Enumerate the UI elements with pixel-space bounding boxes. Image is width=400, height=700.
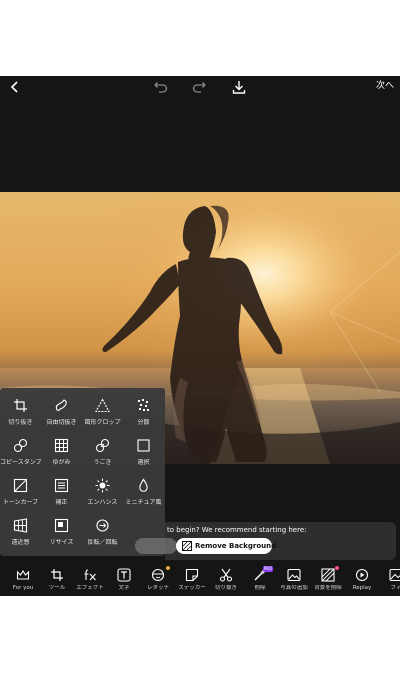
recommendation-text: to begin? We recommend starting here: [167, 526, 307, 534]
tool-label: 自由切抜き [46, 419, 77, 426]
retouch-face-icon [151, 568, 165, 582]
scissors-icon [219, 568, 233, 582]
text-icon [117, 568, 131, 582]
next-button[interactable]: 次へ [376, 80, 394, 92]
tool-label: コピースタンプ [0, 459, 41, 466]
top-toolbar: 次へ [0, 76, 400, 98]
hidden-suggestion-chip[interactable] [135, 538, 177, 554]
recommendation-banner: to begin? We recommend starting here: Re… [135, 522, 396, 560]
undo-icon[interactable] [152, 79, 168, 95]
resize-icon [54, 518, 69, 533]
nav-remove-bg[interactable]: 背景を削除 [311, 566, 345, 596]
nav-add-photo[interactable]: 写真の追加 [277, 566, 311, 596]
adjust-icon [54, 478, 69, 493]
nav-effects[interactable]: エフェクト [73, 566, 107, 596]
tool-label: 補正 [55, 499, 68, 506]
tool-tilt-shift[interactable]: ミニチュア風 [123, 472, 164, 512]
tool-enhance[interactable]: エンハンス [82, 472, 123, 512]
tool-label: 分散 [137, 419, 150, 426]
tool-label: リサイズ [49, 539, 74, 546]
remove-bg-icon [321, 568, 335, 582]
tool-label: 選択 [137, 459, 150, 466]
crown-icon [16, 568, 30, 582]
shape-crop-icon [95, 398, 110, 413]
tool-label: ミニチュア風 [125, 499, 162, 506]
tool-label: うごき [93, 459, 112, 466]
crop-icon [13, 398, 28, 413]
nav-remove[interactable]: PRO 削除 [243, 566, 277, 596]
tools-panel: 切り抜き 自由切抜き 図形クロップ 分散 コピースタンプ ゆがみ うごき 選択 … [0, 388, 165, 556]
dispersion-icon [136, 398, 151, 413]
warp-grid-icon [54, 438, 69, 453]
nav-label: フィ [390, 585, 400, 591]
pro-badge: PRO [263, 566, 273, 572]
flip-rotate-icon [95, 518, 110, 533]
tool-dispersion[interactable]: 分散 [123, 392, 164, 432]
tool-resize[interactable]: リサイズ [41, 512, 82, 552]
nav-for-you[interactable]: For you [6, 566, 40, 596]
tool-label: エンハンス [87, 499, 118, 506]
remove-background-icon [182, 541, 192, 551]
nav-cutout[interactable]: 切り抜き [209, 566, 243, 596]
chevron-left-icon[interactable] [7, 79, 23, 95]
tool-tone-curve[interactable]: トーンカーブ [0, 472, 41, 512]
tool-perspective[interactable]: 遠近感 [0, 512, 41, 552]
notification-dot [335, 566, 339, 570]
tool-label: 遠近感 [11, 539, 30, 546]
filter-icon [389, 568, 400, 582]
perspective-icon [13, 518, 28, 533]
tool-label: 切り抜き [8, 419, 33, 426]
editor-screen: 次へ 切り抜き 自由切抜き 図形クロップ 分散 コピースタンプ ゆがみ うごき … [0, 76, 400, 596]
download-icon[interactable] [231, 79, 247, 95]
nav-filter[interactable]: フィ [379, 566, 400, 596]
tool-shape-crop[interactable]: 図形クロップ [82, 392, 123, 432]
tone-curve-icon [13, 478, 28, 493]
motion-icon [95, 438, 110, 453]
clone-stamp-icon [13, 438, 28, 453]
tool-motion[interactable]: うごき [82, 432, 123, 472]
enhance-icon [95, 478, 110, 493]
replay-icon [355, 568, 369, 582]
nav-sticker[interactable]: ステッカー [175, 566, 209, 596]
tool-warp[interactable]: ゆがみ [41, 432, 82, 472]
add-photo-icon [287, 568, 301, 582]
sticker-icon [185, 568, 199, 582]
tool-flip-rotate[interactable]: 反転／回転 [82, 512, 123, 552]
tool-crop[interactable]: 切り抜き [0, 392, 41, 432]
remove-background-label: Remove Background [195, 542, 277, 550]
tool-clone-stamp[interactable]: コピースタンプ [0, 432, 41, 472]
remove-background-button[interactable]: Remove Background [176, 538, 276, 554]
tool-label: 図形クロップ [84, 419, 121, 426]
crop-tool-icon [50, 568, 64, 582]
nav-retouch[interactable]: レタッチ [141, 566, 175, 596]
tilt-shift-icon [136, 478, 151, 493]
tool-freeform-cut[interactable]: 自由切抜き [41, 392, 82, 432]
nav-text[interactable]: 文字 [107, 566, 141, 596]
bottom-navigation: For you ツール エフェクト 文字 レタッチ ステッカー 切り抜き PRO… [0, 564, 400, 596]
notification-dot [166, 566, 170, 570]
select-icon [136, 438, 151, 453]
tool-adjust[interactable]: 補正 [41, 472, 82, 512]
fx-icon [83, 568, 97, 582]
tool-label: 反転／回転 [87, 539, 118, 546]
nav-replay[interactable]: Replay [345, 566, 379, 596]
tool-label: ゆがみ [52, 459, 71, 466]
tool-select[interactable]: 選択 [123, 432, 164, 472]
freeform-cut-icon [54, 398, 69, 413]
tool-label: トーンカーブ [2, 499, 39, 506]
redo-icon[interactable] [192, 79, 208, 95]
